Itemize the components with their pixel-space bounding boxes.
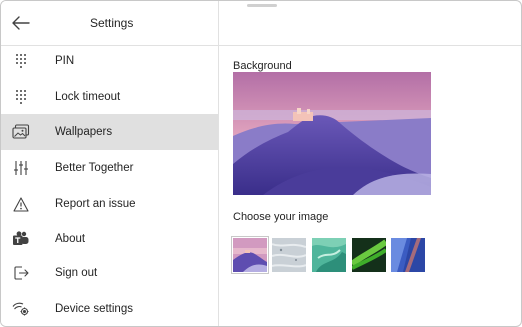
sidebar-item-label: Lock timeout bbox=[55, 91, 121, 103]
sidebar-item-lock-timeout[interactable]: Lock timeout bbox=[1, 79, 218, 115]
sign-out-icon bbox=[12, 264, 30, 282]
drag-handle[interactable] bbox=[247, 4, 277, 7]
sidebar-item-label: Sign out bbox=[55, 267, 98, 279]
background-preview bbox=[233, 72, 431, 195]
keypad-icon bbox=[12, 88, 30, 106]
sidebar-item-about[interactable]: About bbox=[1, 221, 218, 257]
sidebar-item-pin[interactable]: PIN bbox=[1, 43, 218, 79]
back-button[interactable] bbox=[9, 11, 33, 35]
wallpaper-thumbnail-green-aurora[interactable] bbox=[351, 237, 387, 273]
main-header bbox=[219, 1, 521, 46]
settings-sidebar: Settings PIN Lock timeout Wallpapers Bet… bbox=[1, 1, 219, 326]
wallpaper-thumbnail-snow-texture[interactable] bbox=[271, 237, 307, 273]
sidebar-item-label: Report an issue bbox=[55, 198, 136, 210]
teams-icon bbox=[12, 230, 30, 248]
settings-title: Settings bbox=[90, 16, 134, 30]
sidebar-item-better-together[interactable]: Better Together bbox=[1, 150, 218, 186]
sidebar-item-wallpapers[interactable]: Wallpapers bbox=[1, 114, 218, 150]
sidebar-item-device-settings[interactable]: Device settings bbox=[1, 291, 218, 326]
wallpaper-thumbnail-teal-water[interactable] bbox=[311, 237, 347, 273]
sidebar-item-label: Better Together bbox=[55, 162, 134, 174]
background-label: Background bbox=[233, 60, 292, 72]
sidebar-item-report-issue[interactable]: Report an issue bbox=[1, 186, 218, 222]
device-settings-icon bbox=[12, 300, 30, 318]
sliders-icon bbox=[12, 159, 30, 177]
choose-image-label: Choose your image bbox=[233, 211, 329, 223]
keypad-icon bbox=[12, 52, 30, 70]
sidebar-item-label: Wallpapers bbox=[55, 126, 113, 138]
sidebar-item-label: About bbox=[55, 233, 86, 245]
warning-icon bbox=[12, 195, 30, 213]
wallpaper-icon bbox=[12, 123, 30, 141]
settings-window: Settings PIN Lock timeout Wallpapers Bet… bbox=[0, 0, 522, 327]
back-arrow-icon bbox=[12, 16, 30, 30]
wallpaper-thumbnail-purple-castle[interactable] bbox=[231, 236, 269, 274]
sidebar-header: Settings bbox=[1, 1, 218, 46]
sidebar-item-label: Device settings bbox=[55, 303, 133, 315]
sidebar-item-sign-out[interactable]: Sign out bbox=[1, 255, 218, 291]
sidebar-item-label: PIN bbox=[55, 55, 75, 67]
wallpaper-thumbnail-blue-abstract[interactable] bbox=[390, 237, 426, 273]
